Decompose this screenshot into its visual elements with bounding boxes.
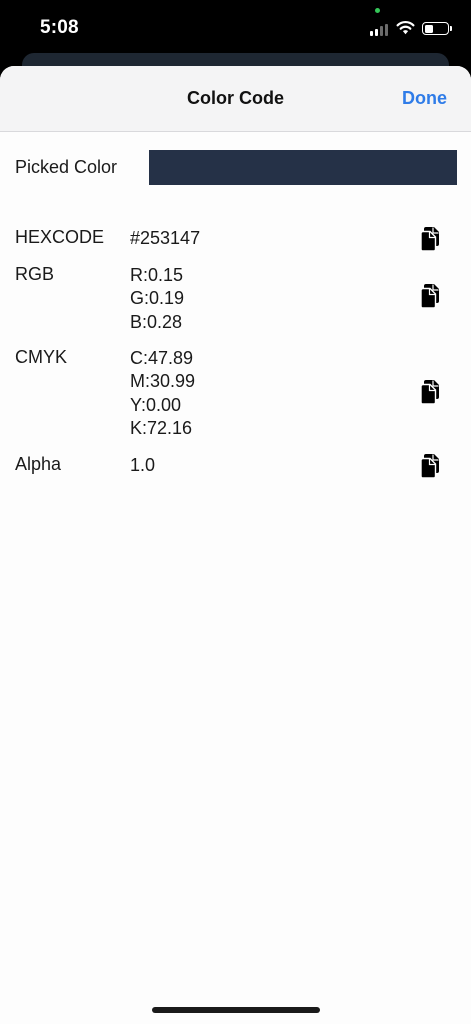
wifi-icon — [396, 20, 415, 35]
copy-icon — [419, 226, 441, 252]
screen: 5:08 Color Code Done Picked Color HEXCOD… — [0, 0, 471, 1024]
rgb-values: R:0.15 G:0.19 B:0.28 — [130, 264, 184, 334]
copy-icon — [419, 379, 441, 405]
picked-color-row: Picked Color — [0, 150, 471, 186]
rgb-value-b: B:0.28 — [130, 311, 183, 332]
picked-color-swatch — [149, 150, 457, 185]
color-code-sheet: Color Code Done Picked Color HEXCODE #25… — [0, 66, 471, 1024]
picked-color-label: Picked Color — [15, 157, 118, 177]
done-button[interactable]: Done — [402, 88, 447, 109]
rgb-value-g: G:0.19 — [130, 288, 185, 309]
rgb-value-r: R:0.15 — [130, 265, 184, 285]
cmyk-value-m: M:30.99 — [130, 371, 196, 392]
hexcode-value: #253147 — [130, 228, 201, 248]
camera-indicator-dot — [375, 8, 380, 13]
rgb-row: RGB R:0.15 G:0.19 B:0.28 — [0, 264, 471, 336]
alpha-value: 1.0 — [130, 455, 156, 475]
copy-rgb-button[interactable] — [419, 283, 441, 309]
cmyk-label: CMYK — [15, 347, 68, 367]
cellular-signal-icon — [370, 22, 390, 36]
status-bar: 5:08 — [0, 0, 471, 56]
status-time: 5:08 — [40, 17, 79, 38]
hexcode-row: HEXCODE #253147 — [0, 227, 471, 257]
copy-hexcode-button[interactable] — [419, 226, 441, 252]
cmyk-values: C:47.89 M:30.99 Y:0.00 K:72.16 — [130, 347, 195, 440]
alpha-row: Alpha 1.0 — [0, 454, 471, 484]
copy-icon — [419, 283, 441, 309]
hexcode-values: #253147 — [130, 227, 200, 250]
copy-cmyk-button[interactable] — [419, 379, 441, 405]
cmyk-row: CMYK C:47.89 M:30.99 Y:0.00 K:72.16 — [0, 347, 471, 442]
cmyk-value-y: Y:0.00 — [130, 394, 182, 415]
navigation-bar: Color Code Done — [0, 66, 471, 132]
alpha-label: Alpha — [15, 454, 62, 474]
copy-alpha-button[interactable] — [419, 453, 441, 479]
hexcode-label: HEXCODE — [15, 227, 105, 247]
cmyk-value-k: K:72.16 — [130, 417, 193, 438]
home-indicator[interactable] — [152, 1007, 320, 1013]
page-title: Color Code — [187, 88, 284, 108]
battery-icon — [422, 22, 449, 35]
rgb-label: RGB — [15, 264, 55, 284]
battery-cap — [450, 26, 452, 31]
copy-icon — [419, 453, 441, 479]
battery-level — [424, 24, 434, 33]
alpha-values: 1.0 — [130, 454, 155, 477]
cmyk-value-c: C:47.89 — [130, 348, 194, 368]
